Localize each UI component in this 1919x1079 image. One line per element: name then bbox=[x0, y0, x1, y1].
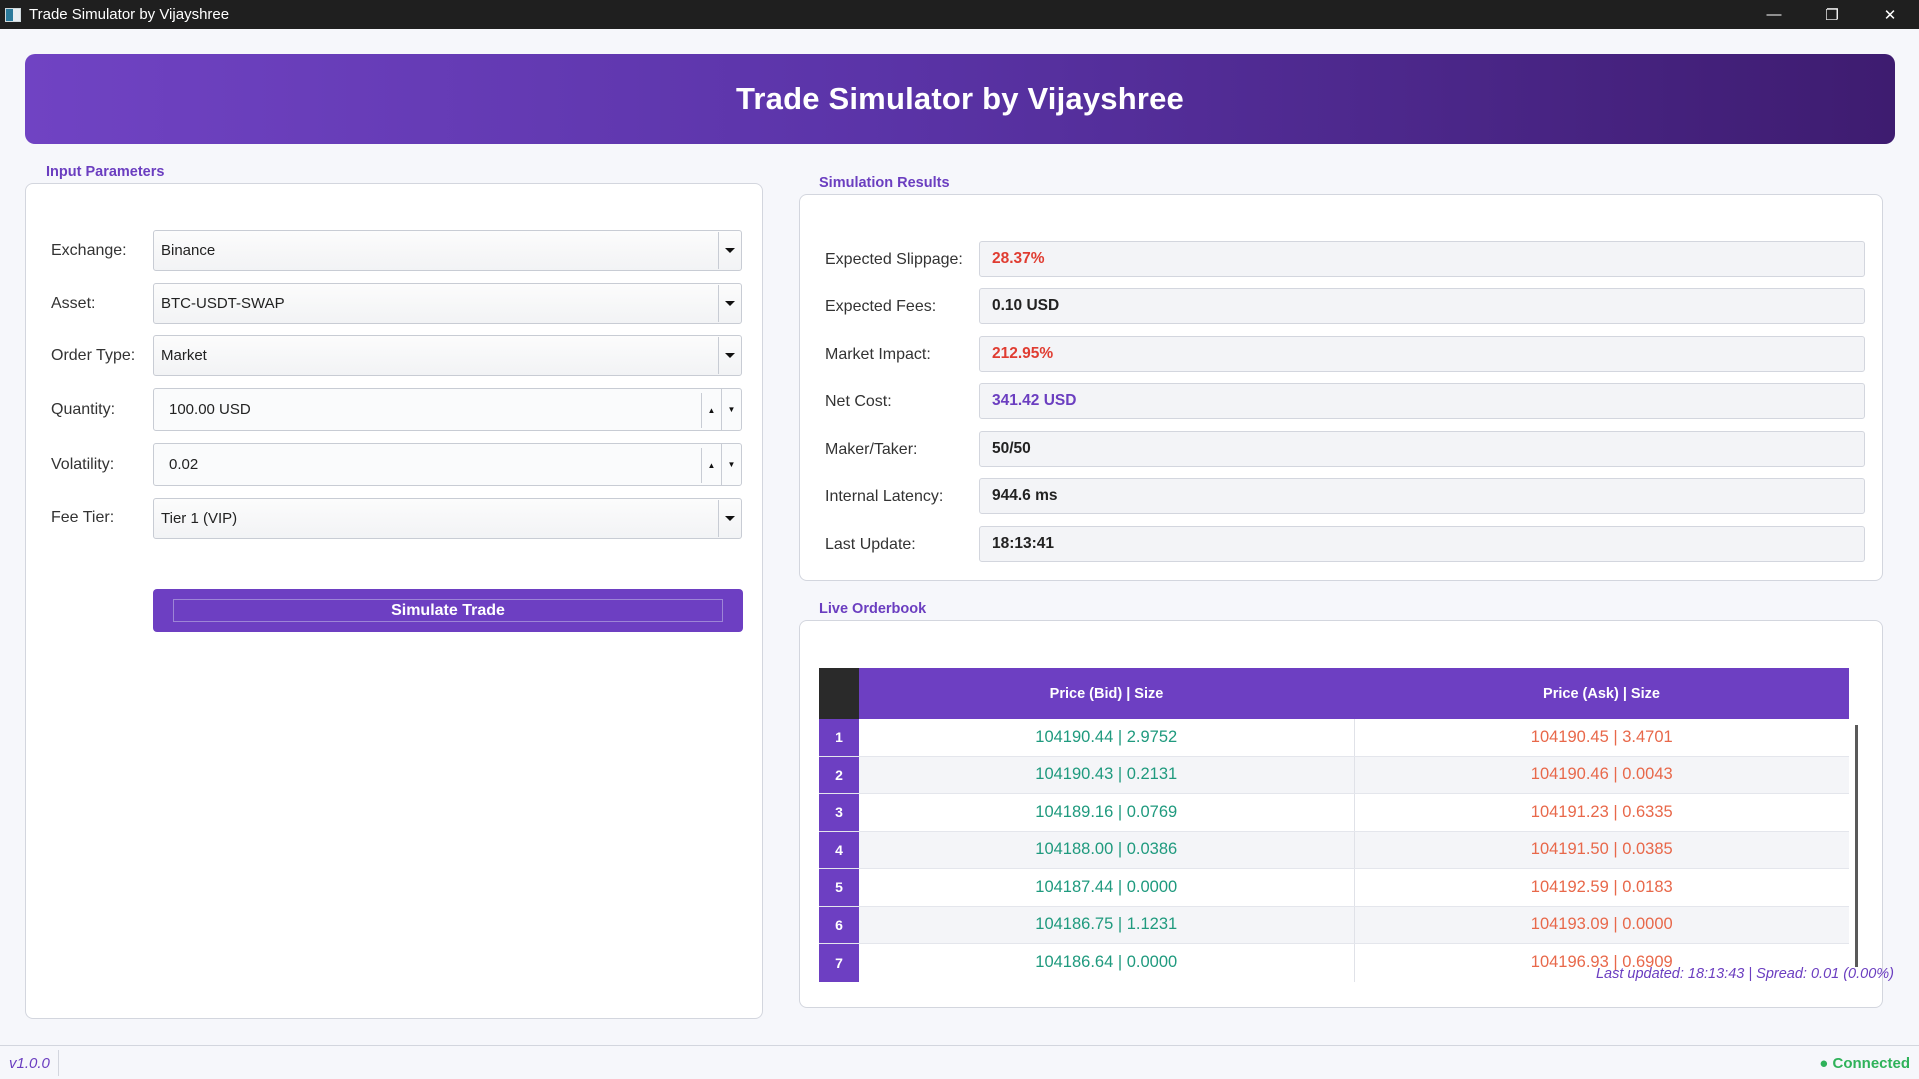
status-bar: v1.0.0 ● Connected bbox=[0, 1045, 1919, 1079]
table-header: Price (Bid) | Size Price (Ask) | Size bbox=[859, 668, 1849, 719]
row-index: 2 bbox=[819, 756, 859, 793]
table-row[interactable]: 3 104189.16 | 0.0769 104191.23 | 0.6335 bbox=[819, 794, 1849, 832]
table-corner[interactable] bbox=[819, 668, 859, 719]
chevron-down-icon[interactable] bbox=[718, 500, 740, 537]
fee-tier-select[interactable]: Tier 1 (VIP) bbox=[153, 498, 742, 539]
simulate-trade-button[interactable]: Simulate Trade bbox=[153, 589, 743, 632]
fee-tier-value: Tier 1 (VIP) bbox=[161, 510, 238, 527]
quantity-spinbox[interactable]: 100.00 USD ▲ ▼ bbox=[153, 388, 742, 431]
chevron-down-icon[interactable] bbox=[718, 337, 740, 374]
bid-cell[interactable]: 104190.43 | 0.2131 bbox=[859, 756, 1355, 793]
minimize-icon[interactable]: — bbox=[1745, 0, 1803, 29]
order-type-value: Market bbox=[161, 347, 207, 364]
close-icon[interactable]: ✕ bbox=[1861, 0, 1919, 29]
bid-cell[interactable]: 104186.64 | 0.0000 bbox=[859, 944, 1355, 982]
table-row[interactable]: 6 104186.75 | 1.1231 104193.09 | 0.0000 bbox=[819, 906, 1850, 944]
ask-cell[interactable]: 104192.59 | 0.0183 bbox=[1355, 869, 1850, 906]
latency-value: 944.6 ms bbox=[979, 478, 1865, 514]
window-titlebar: Trade Simulator by Vijayshree — ❐ ✕ bbox=[0, 0, 1919, 29]
exchange-label: Exchange: bbox=[51, 242, 127, 259]
latency-label: Internal Latency: bbox=[825, 488, 944, 505]
app-icon bbox=[5, 7, 21, 22]
maker-taker-label: Maker/Taker: bbox=[825, 441, 918, 458]
input-parameters-title: Input Parameters bbox=[46, 164, 165, 180]
window-controls: — ❐ ✕ bbox=[1745, 0, 1919, 29]
row-index: 3 bbox=[819, 794, 859, 831]
ask-cell[interactable]: 104191.50 | 0.0385 bbox=[1355, 832, 1850, 869]
page-title: Trade Simulator by Vijayshree bbox=[735, 81, 1185, 116]
version-label: v1.0.0 bbox=[9, 1055, 50, 1072]
asset-value: BTC-USDT-SWAP bbox=[161, 295, 285, 312]
orderbook-table[interactable]: Price (Bid) | Size Price (Ask) | Size 1 … bbox=[819, 668, 1858, 982]
table-row[interactable]: 5 104187.44 | 0.0000 104192.59 | 0.0183 bbox=[819, 869, 1849, 907]
table-row[interactable]: 4 104188.00 | 0.0386 104191.50 | 0.0385 bbox=[819, 831, 1850, 869]
table-row[interactable]: 1 104190.44 | 2.9752 104190.45 | 3.4701 bbox=[819, 719, 1849, 757]
maker-taker-value: 50/50 bbox=[979, 431, 1865, 467]
order-type-label: Order Type: bbox=[51, 347, 136, 364]
volatility-label: Volatility: bbox=[51, 456, 115, 473]
fees-value: 0.10 USD bbox=[979, 288, 1865, 324]
status-separator bbox=[58, 1050, 59, 1076]
row-index: 6 bbox=[819, 906, 859, 943]
bid-cell[interactable]: 104186.75 | 1.1231 bbox=[859, 906, 1355, 943]
ask-cell[interactable]: 104193.09 | 0.0000 bbox=[1355, 907, 1850, 944]
bid-cell[interactable]: 104188.00 | 0.0386 bbox=[859, 831, 1355, 868]
table-scrollbar[interactable] bbox=[1855, 725, 1858, 967]
connection-status: ● Connected bbox=[1819, 1055, 1910, 1072]
bid-cell[interactable]: 104187.44 | 0.0000 bbox=[859, 869, 1355, 906]
market-impact-label: Market Impact: bbox=[825, 346, 931, 363]
ask-cell[interactable]: 104190.45 | 3.4701 bbox=[1355, 719, 1850, 756]
exchange-value: Binance bbox=[161, 242, 216, 259]
row-index: 4 bbox=[819, 831, 859, 868]
spin-down-icon[interactable]: ▼ bbox=[721, 444, 741, 485]
slippage-value: 28.37% bbox=[979, 241, 1865, 277]
net-cost-label: Net Cost: bbox=[825, 393, 892, 410]
ask-column-header[interactable]: Price (Ask) | Size bbox=[1354, 668, 1849, 719]
chevron-down-icon[interactable] bbox=[718, 232, 740, 269]
volatility-value: 0.02 bbox=[169, 456, 199, 473]
live-orderbook-title: Live Orderbook bbox=[819, 601, 927, 617]
header-banner: Trade Simulator by Vijayshree bbox=[25, 54, 1895, 144]
exchange-select[interactable]: Binance bbox=[153, 230, 742, 271]
volatility-spinbox[interactable]: 0.02 ▲ ▼ bbox=[153, 443, 742, 486]
asset-select[interactable]: BTC-USDT-SWAP bbox=[153, 283, 742, 324]
slippage-label: Expected Slippage: bbox=[825, 251, 963, 268]
orderbook-footer: Last updated: 18:13:43 | Spread: 0.01 (0… bbox=[1595, 966, 1894, 982]
row-index: 1 bbox=[819, 719, 859, 756]
market-impact-value: 212.95% bbox=[979, 336, 1865, 372]
bid-column-header[interactable]: Price (Bid) | Size bbox=[859, 668, 1354, 719]
fee-tier-label: Fee Tier: bbox=[51, 509, 115, 526]
bid-cell[interactable]: 104190.44 | 2.9752 bbox=[859, 719, 1355, 756]
row-index: 7 bbox=[819, 944, 859, 982]
chevron-down-icon[interactable] bbox=[718, 285, 740, 322]
row-index: 5 bbox=[819, 869, 859, 906]
ask-cell[interactable]: 104190.46 | 0.0043 bbox=[1355, 757, 1850, 794]
bid-cell[interactable]: 104189.16 | 0.0769 bbox=[859, 794, 1355, 831]
quantity-label: Quantity: bbox=[51, 401, 116, 418]
last-update-label: Last Update: bbox=[825, 536, 916, 553]
order-type-select[interactable]: Market bbox=[153, 335, 742, 376]
spin-down-icon[interactable]: ▼ bbox=[721, 389, 741, 430]
asset-label: Asset: bbox=[51, 295, 96, 312]
simulate-trade-label: Simulate Trade bbox=[391, 601, 505, 619]
net-cost-value: 341.42 USD bbox=[979, 383, 1865, 419]
window-title: Trade Simulator by Vijayshree bbox=[29, 6, 230, 23]
last-update-value: 18:13:41 bbox=[979, 526, 1865, 562]
spin-up-icon[interactable]: ▲ bbox=[701, 393, 721, 428]
spin-up-icon[interactable]: ▲ bbox=[701, 448, 721, 483]
table-row[interactable]: 2 104190.43 | 0.2131 104190.46 | 0.0043 bbox=[819, 756, 1850, 794]
quantity-value: 100.00 USD bbox=[169, 401, 251, 418]
ask-cell[interactable]: 104191.23 | 0.6335 bbox=[1355, 794, 1850, 831]
simulation-results-title: Simulation Results bbox=[819, 175, 950, 191]
fees-label: Expected Fees: bbox=[825, 298, 937, 315]
restore-icon[interactable]: ❐ bbox=[1803, 0, 1861, 29]
